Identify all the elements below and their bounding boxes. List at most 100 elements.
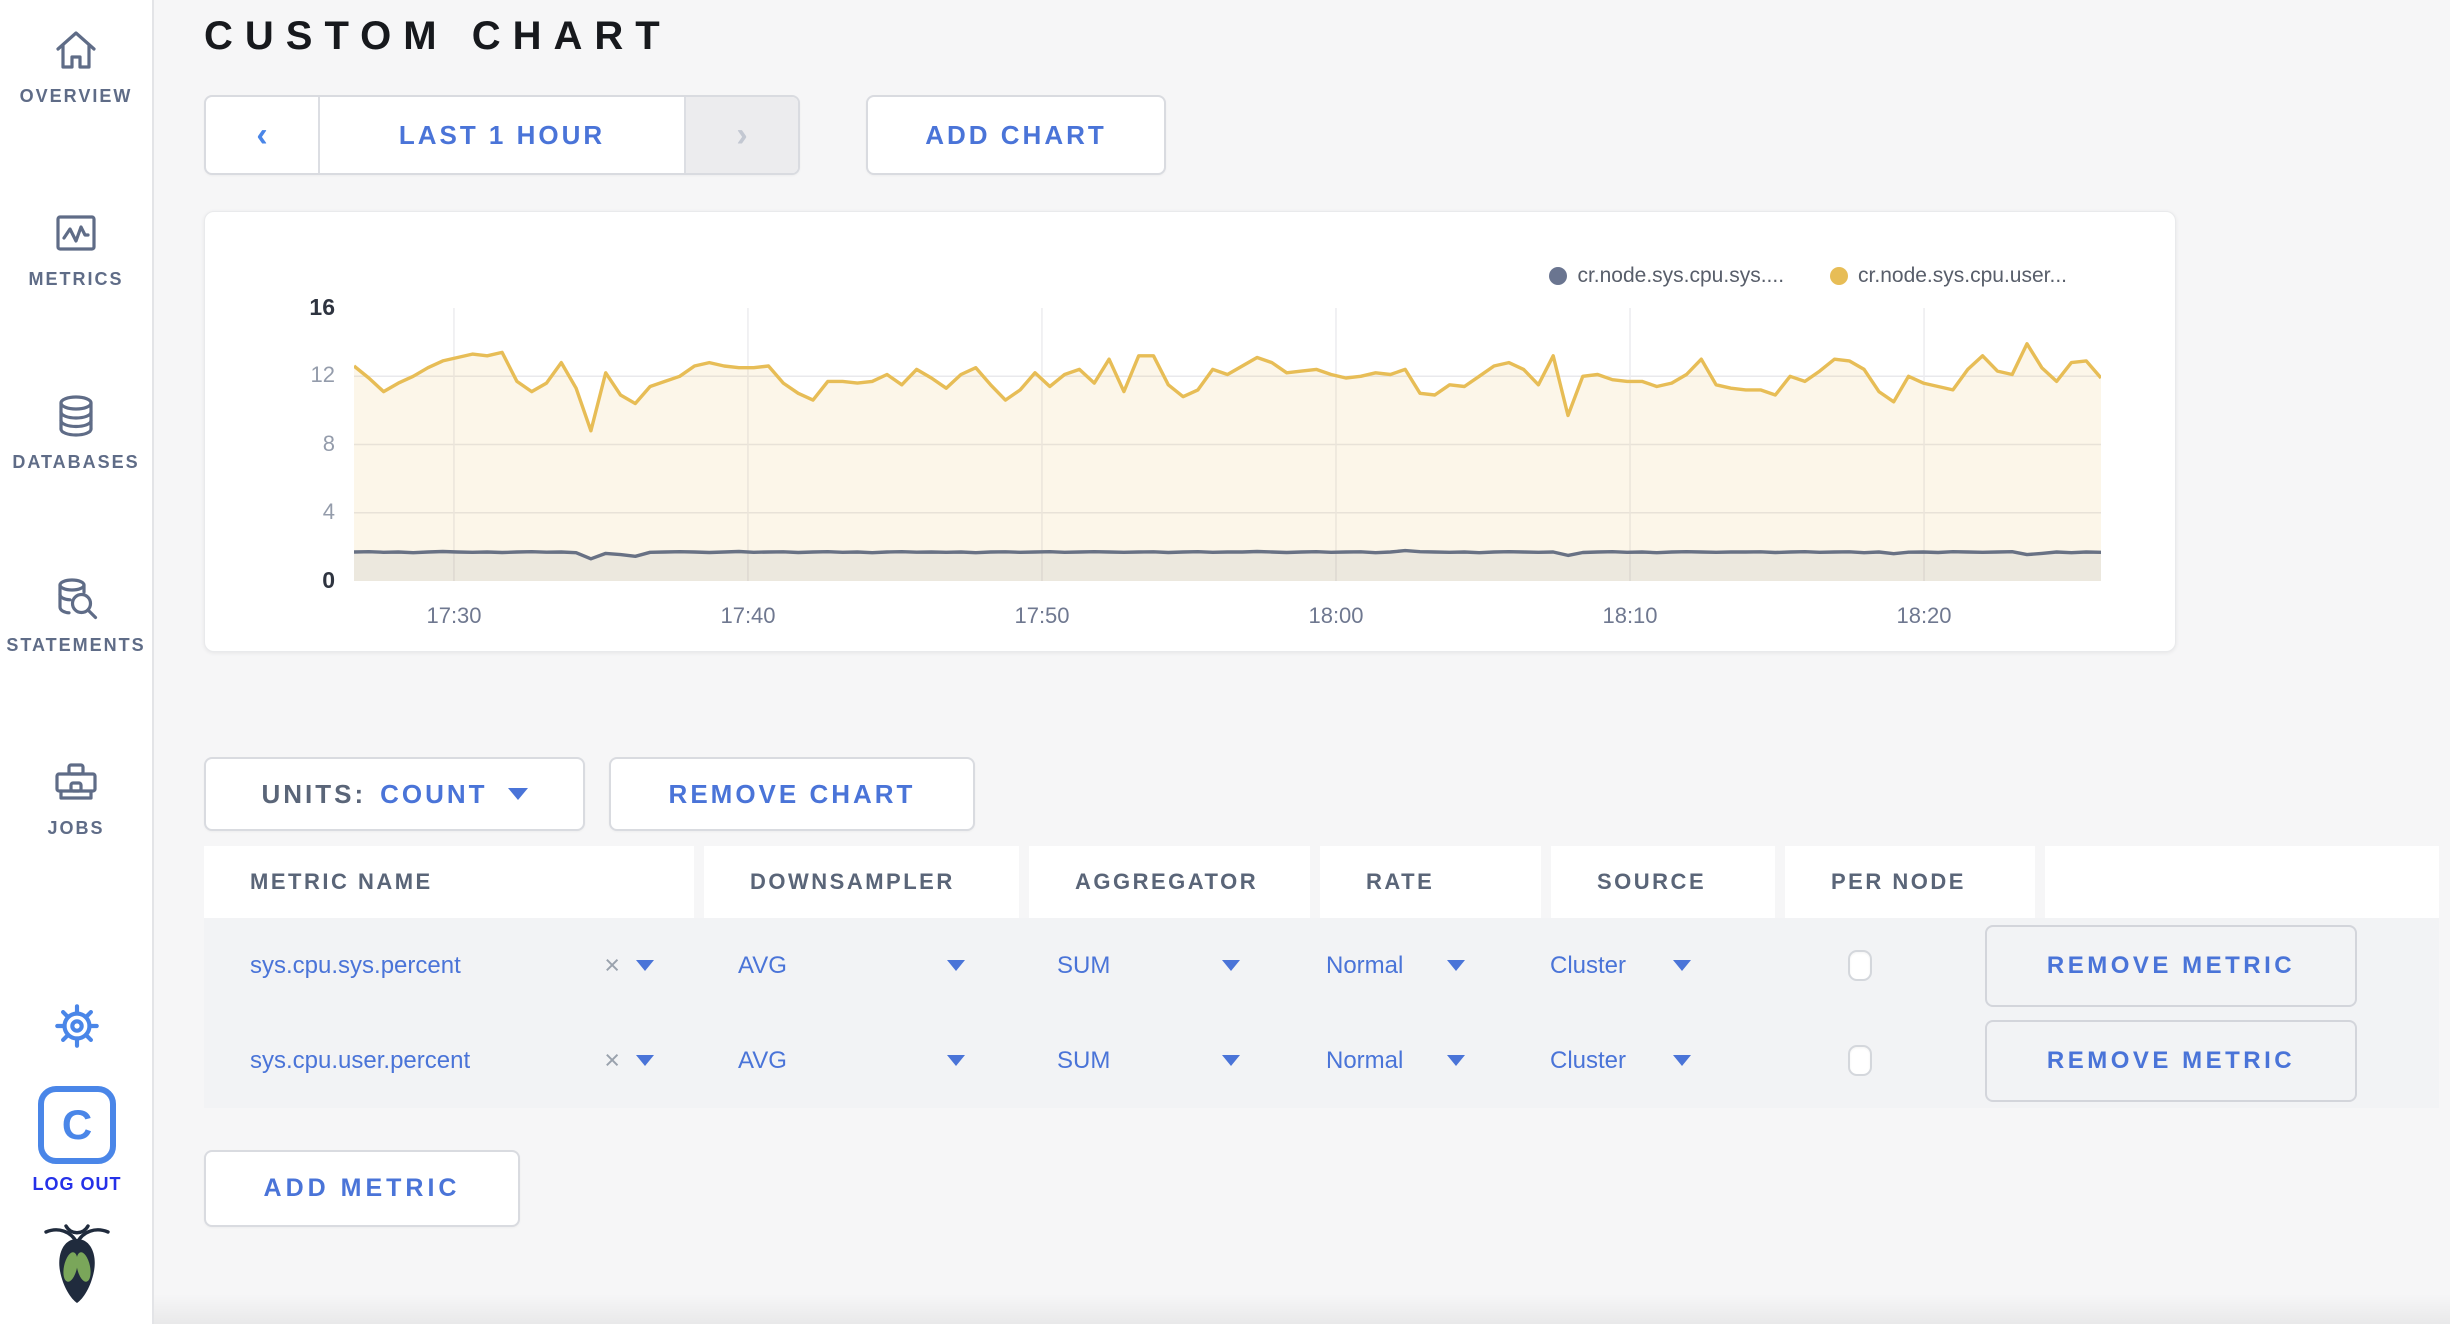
metrics-chart-icon [50,207,102,259]
remove-metric-button[interactable]: REMOVE METRIC [1985,1019,2357,1102]
per-node-checkbox[interactable] [1848,950,1872,981]
caret-down-icon [947,1055,965,1066]
settings-gear-icon[interactable] [50,999,104,1058]
database-icon [50,390,102,442]
rate-select[interactable]: Normal [1290,1047,1511,1075]
caret-down-icon [1222,960,1240,971]
x-axis-tick-label: 17:40 [720,603,776,628]
clear-metric-icon[interactable]: × [604,952,620,979]
downsampler-value: AVG [738,1046,787,1074]
clear-metric-icon[interactable]: × [604,1047,620,1074]
table-body: sys.cpu.sys.percent × AVG SUM Normal Clu… [204,918,2439,1108]
aggregator-select[interactable]: SUM [1009,1047,1290,1075]
rate-value: Normal [1326,951,1404,979]
logo-letter: C [61,1101,93,1148]
sidebar-bottom: C LOG OUT [0,999,154,1324]
sidebar-item-statements[interactable]: STATEMENTS [0,573,153,656]
logout-button[interactable]: C LOG OUT [33,1086,122,1195]
table-header-row: METRIC NAME DOWNSAMPLER AGGREGATOR RATE … [204,846,2439,918]
sidebar-item-databases[interactable]: DATABASES [0,390,153,473]
source-value: Cluster [1550,1046,1627,1074]
metrics-table: METRIC NAME DOWNSAMPLER AGGREGATOR RATE … [204,846,2439,1108]
chart-legend: cr.node.sys.cpu.sys.... cr.node.sys.cpu.… [1549,264,2067,288]
units-value: COUNT [380,778,488,809]
units-row: UNITS: COUNT REMOVE CHART [204,757,2450,831]
x-axis-tick-label: 17:30 [426,603,482,628]
metric-name-select[interactable]: sys.cpu.sys.percent × [204,952,694,980]
rate-select[interactable]: Normal [1290,952,1511,980]
column-header-rate: RATE [1320,846,1541,918]
metric-name-value: sys.cpu.user.percent [250,1046,471,1074]
aggregator-select[interactable]: SUM [1009,952,1290,980]
sidebar-item-label: METRICS [28,269,124,289]
time-window-selector: ‹ LAST 1 HOUR › [204,95,800,175]
units-dropdown[interactable]: UNITS: COUNT [204,757,585,831]
sidebar-item-label: STATEMENTS [6,635,146,655]
briefcase-icon [50,756,102,808]
caret-down-icon [1673,960,1691,971]
legend-dot-sys-icon [1549,267,1568,285]
cockroach-c-logo-icon: C [38,1086,116,1164]
column-header-actions [2045,846,2439,918]
metric-name-select[interactable]: sys.cpu.user.percent × [204,1047,694,1075]
x-axis-tick-label: 18:10 [1602,603,1658,628]
caret-down-icon [1673,1055,1691,1066]
sidebar-item-overview[interactable]: OVERVIEW [0,24,153,107]
downsampler-select[interactable]: AVG [694,952,1009,980]
per-node-checkbox[interactable] [1848,1045,1872,1076]
x-axis-tick-label: 18:00 [1308,603,1364,628]
y-axis-tick-label: 12 [310,362,335,387]
legend-label: cr.node.sys.cpu.sys.... [1577,264,1785,287]
caret-down-icon [636,960,654,971]
source-select[interactable]: Cluster [1511,952,1735,980]
legend-item-user[interactable]: cr.node.sys.cpu.user... [1830,264,2067,288]
aggregator-value: SUM [1057,1046,1111,1074]
caret-down-icon [507,788,528,800]
source-select[interactable]: Cluster [1511,1047,1735,1075]
chevron-right-icon: › [736,116,748,154]
time-window-next-button[interactable]: › [686,97,798,173]
x-axis-tick-label: 17:50 [1014,603,1070,628]
legend-item-sys[interactable]: cr.node.sys.cpu.sys.... [1549,264,1784,288]
remove-chart-button[interactable]: REMOVE CHART [609,757,975,831]
add-metric-button[interactable]: ADD METRIC [204,1150,520,1227]
column-header-per-node: PER NODE [1785,846,2035,918]
sidebar-item-label: DATABASES [12,452,140,472]
sidebar-item-jobs[interactable]: JOBS [0,756,153,839]
column-header-metric-name: METRIC NAME [204,846,694,918]
sidebar: OVERVIEW METRICS DATABASES STATEMENTS JO… [0,0,154,1324]
actions-cell: REMOVE METRIC [1985,1019,2379,1102]
main-content: CUSTOM CHART ‹ LAST 1 HOUR › ADD CHART c… [154,0,2450,1324]
caret-down-icon [636,1055,654,1066]
sidebar-item-metrics[interactable]: METRICS [0,207,153,290]
caret-down-icon [1447,960,1465,971]
time-window-range-button[interactable]: LAST 1 HOUR [318,97,686,173]
table-row: sys.cpu.sys.percent × AVG SUM Normal Clu… [204,918,2439,1013]
add-chart-button[interactable]: ADD CHART [866,95,1166,175]
actions-cell: REMOVE METRIC [1985,924,2379,1007]
downsampler-select[interactable]: AVG [694,1047,1009,1075]
legend-dot-user-icon [1830,267,1849,285]
y-axis-labels: 16 12 8 4 0 [261,294,335,593]
page-title: CUSTOM CHART [204,14,672,58]
table-row: sys.cpu.user.percent × AVG SUM Normal Cl… [204,1013,2439,1108]
cockroach-bug-logo-icon [41,1217,113,1310]
statements-search-database-icon [50,573,102,625]
y-axis-tick-label: 0 [322,567,335,593]
y-axis-tick-label: 4 [322,499,335,524]
time-range-label: LAST 1 HOUR [398,119,606,150]
caret-down-icon [947,960,965,971]
per-node-cell [1735,950,1985,981]
remove-metric-button[interactable]: REMOVE METRIC [1985,924,2357,1007]
metric-name-value: sys.cpu.sys.percent [250,951,461,979]
home-icon [50,24,102,76]
x-axis-labels: 17:30 17:40 17:50 18:00 18:10 18:20 [354,603,2101,633]
y-axis-tick-label: 8 [322,431,335,456]
time-window-prev-button[interactable]: ‹ [206,97,318,173]
column-header-downsampler: DOWNSAMPLER [704,846,1019,918]
caret-down-icon [1222,1055,1240,1066]
column-header-aggregator: AGGREGATOR [1029,846,1310,918]
source-value: Cluster [1550,951,1627,979]
column-header-source: SOURCE [1551,846,1775,918]
chart-card: cr.node.sys.cpu.sys.... cr.node.sys.cpu.… [204,211,2176,652]
